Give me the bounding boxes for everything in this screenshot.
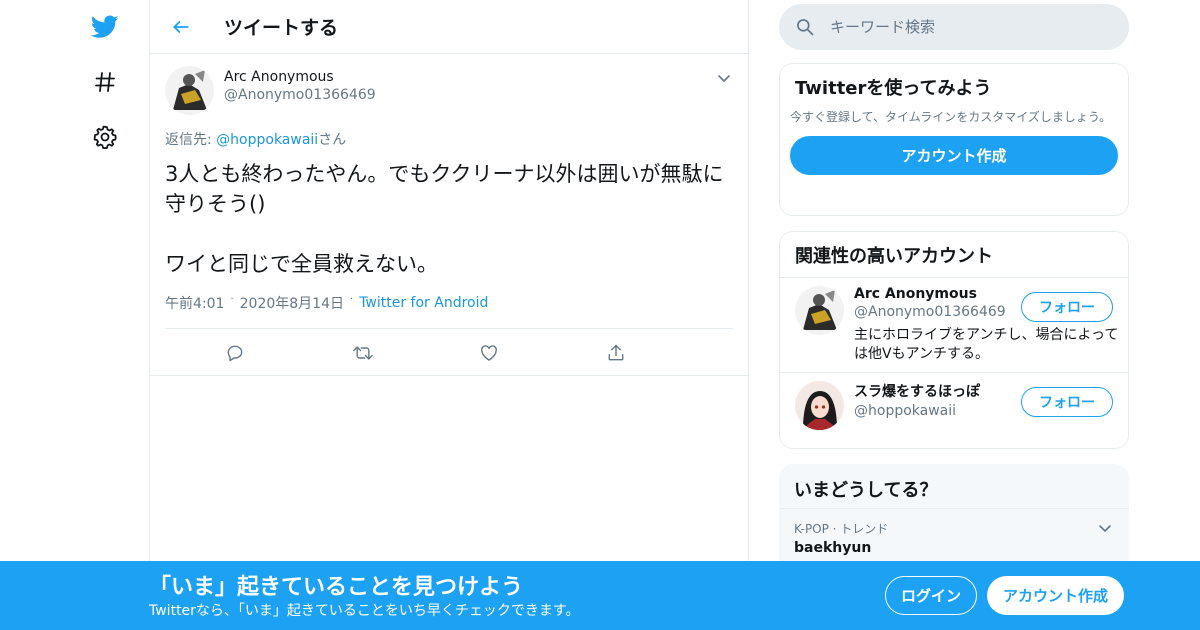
avatar[interactable] <box>795 286 844 335</box>
reply-context: 返信先: @hoppokawaiiさん <box>165 129 733 149</box>
reply-icon[interactable] <box>225 343 352 363</box>
signup-card-description: 今すぐ登録して、タイムラインをカスタマイズしましょう。 <box>790 110 1112 124</box>
hashtag-icon[interactable] <box>90 67 120 97</box>
tweet-meta: 午前4:01 · 2020年8月14日 · Twitter for Androi… <box>165 293 733 313</box>
avatar[interactable] <box>795 381 844 430</box>
page-title: ツイートする <box>224 17 339 39</box>
follow-button[interactable]: フォロー <box>1021 292 1113 322</box>
tweet-author: Arc Anonymous @Anonymo01366469 <box>165 66 733 116</box>
trend-name[interactable]: baekhyun <box>794 540 1114 556</box>
trend-meta: K-POP · トレンド <box>794 522 889 536</box>
user-handle[interactable]: @Anonymo01366469 <box>854 304 1019 320</box>
list-item[interactable]: Arc Anonymous @Anonymo01366469 主にホロライブをア… <box>780 278 1128 373</box>
user-name[interactable]: Arc Anonymous <box>854 286 1019 302</box>
back-arrow-icon[interactable] <box>166 12 196 42</box>
chevron-down-icon[interactable] <box>716 70 732 86</box>
search-input[interactable] <box>830 18 1110 36</box>
trend-item[interactable]: K-POP · トレンド baekhyun <box>779 509 1129 567</box>
separator: · <box>230 293 234 305</box>
twitter-logo-icon[interactable] <box>90 12 120 42</box>
tweet-source[interactable]: Twitter for Android <box>359 295 488 311</box>
create-account-button[interactable]: アカウント作成 <box>790 136 1118 175</box>
tweet-actions <box>165 329 733 377</box>
trends-title: いまどうしてる？ <box>779 464 1129 509</box>
user-handle[interactable]: @hoppokawaii <box>854 403 1019 419</box>
list-item[interactable]: スラ爆をするほっぽ @hoppokawaii フォロー <box>780 373 1128 438</box>
banner-subtitle: Twitterなら、「いま」起きていることをいち早くチェックできます。 <box>149 603 580 619</box>
follow-button[interactable]: フォロー <box>1021 387 1113 417</box>
main-column: ツイートする Arc Anonymous @Anonymo01366469 返信… <box>149 0 749 630</box>
user-name[interactable]: スラ爆をするほっぽ <box>854 381 1019 401</box>
tweet-text: 3人とも終わったやん。でもククリーナ以外は囲いが無駄に守りそう() ワイと同じで… <box>165 162 724 276</box>
gear-icon[interactable] <box>90 122 120 152</box>
reply-suffix: さん <box>318 132 347 148</box>
related-accounts-card: 関連性の高いアカウント Arc Anonymous @Anonymo013664… <box>779 231 1129 449</box>
user-bio: 主にホロライブをアンチし、場合によっては他Vもアンチする。 <box>854 327 1119 362</box>
page-header: ツイートする <box>150 0 748 54</box>
tweet-time[interactable]: 午前4:01 <box>165 293 224 313</box>
share-icon[interactable] <box>606 343 733 363</box>
retweet-icon[interactable] <box>352 343 479 363</box>
author-handle[interactable]: @Anonymo01366469 <box>224 87 376 103</box>
tweet-date[interactable]: 2020年8月14日 <box>240 293 344 313</box>
reply-to-link[interactable]: @hoppokawaii <box>216 132 318 148</box>
author-name[interactable]: Arc Anonymous <box>224 69 376 85</box>
avatar[interactable] <box>165 66 214 115</box>
signup-card: Twitterを使ってみよう 今すぐ登録して、タイムラインをカスタマイズしましょ… <box>779 63 1129 216</box>
search-bar <box>779 4 1129 50</box>
banner-title: 「いま」起きていることを見つけよう <box>149 575 524 600</box>
separator: · <box>350 293 354 305</box>
tweet: Arc Anonymous @Anonymo01366469 返信先: @hop… <box>150 54 748 376</box>
chevron-down-icon[interactable] <box>1097 520 1113 536</box>
signup-card-title: Twitterを使ってみよう <box>795 78 992 99</box>
related-accounts-title: 関連性の高いアカウント <box>780 232 1128 278</box>
login-button[interactable]: ログイン <box>885 576 977 615</box>
like-icon[interactable] <box>479 343 606 363</box>
signup-button[interactable]: アカウント作成 <box>987 576 1124 615</box>
search-icon <box>795 17 815 37</box>
signup-banner: 「いま」起きていることを見つけよう Twitterなら、「いま」起きていることを… <box>0 561 1200 630</box>
reply-prefix: 返信先: <box>165 132 217 148</box>
